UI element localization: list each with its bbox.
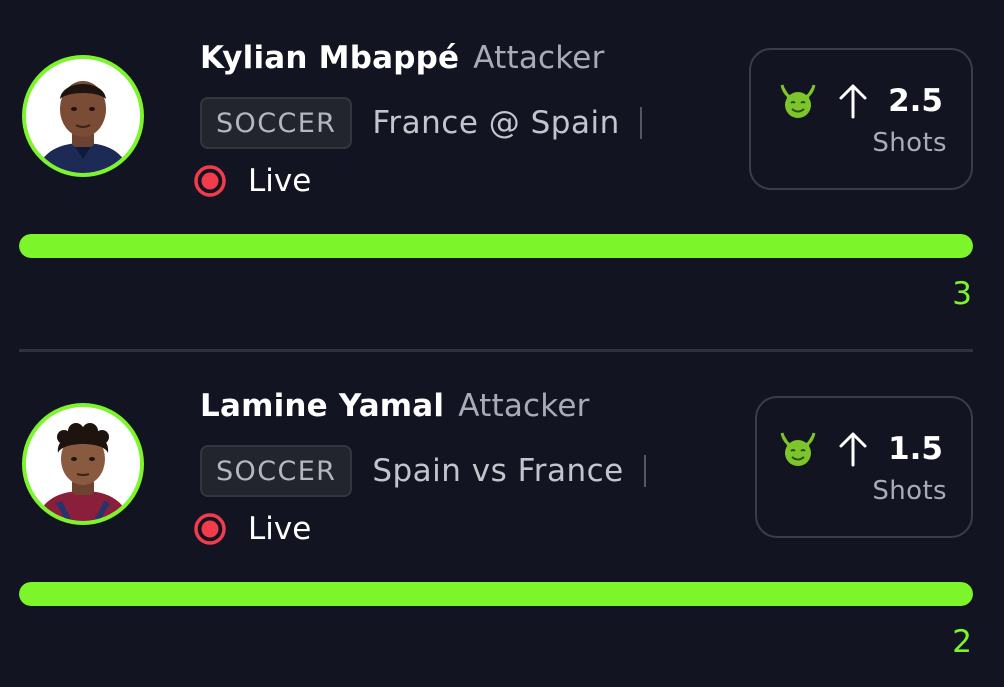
player-avatar [22,55,144,177]
progress-bar [19,582,973,606]
progress-bar [19,234,973,258]
vertical-divider [639,107,642,139]
pick-line: 2.5 [778,80,943,122]
live-status: Live [194,160,311,202]
player-header: Lamine Yamal Attacker [200,388,590,428]
arrow-up-icon [838,431,868,467]
player-header: Kylian Mbappé Attacker [200,40,605,80]
live-indicator-icon [194,513,226,545]
matchup-label: Spain vs France [372,453,624,489]
line-value: 1.5 [888,431,943,467]
match-info: SOCCER Spain vs France [200,445,646,497]
player-name[interactable]: Lamine Yamal [200,388,444,424]
vertical-divider [643,455,646,487]
player-position: Attacker [458,388,590,424]
player-name[interactable]: Kylian Mbappé [200,40,459,76]
arrow-up-icon [838,83,868,119]
pick-line: 1.5 [778,428,943,470]
current-value: 3 [952,276,972,312]
stat-label: Shots [872,476,947,506]
player-position: Attacker [473,40,605,76]
devil-icon [778,429,818,469]
stat-label: Shots [872,128,947,158]
pick-box[interactable]: 1.5 Shots [755,396,973,538]
match-info: SOCCER France @ Spain [200,97,642,149]
line-value: 2.5 [888,83,943,119]
current-value: 2 [952,624,972,660]
devil-icon [778,81,818,121]
progress-fill [19,234,973,258]
live-indicator-icon [194,165,226,197]
matchup-label: France @ Spain [372,105,620,141]
sport-badge: SOCCER [200,445,353,497]
live-status: Live [194,508,311,550]
live-label: Live [248,163,312,199]
progress-fill [19,582,973,606]
live-label: Live [248,511,312,547]
sport-badge: SOCCER [200,97,353,149]
player-avatar [22,403,144,525]
pick-box[interactable]: 2.5 Shots [749,48,973,190]
card-separator [19,349,973,352]
